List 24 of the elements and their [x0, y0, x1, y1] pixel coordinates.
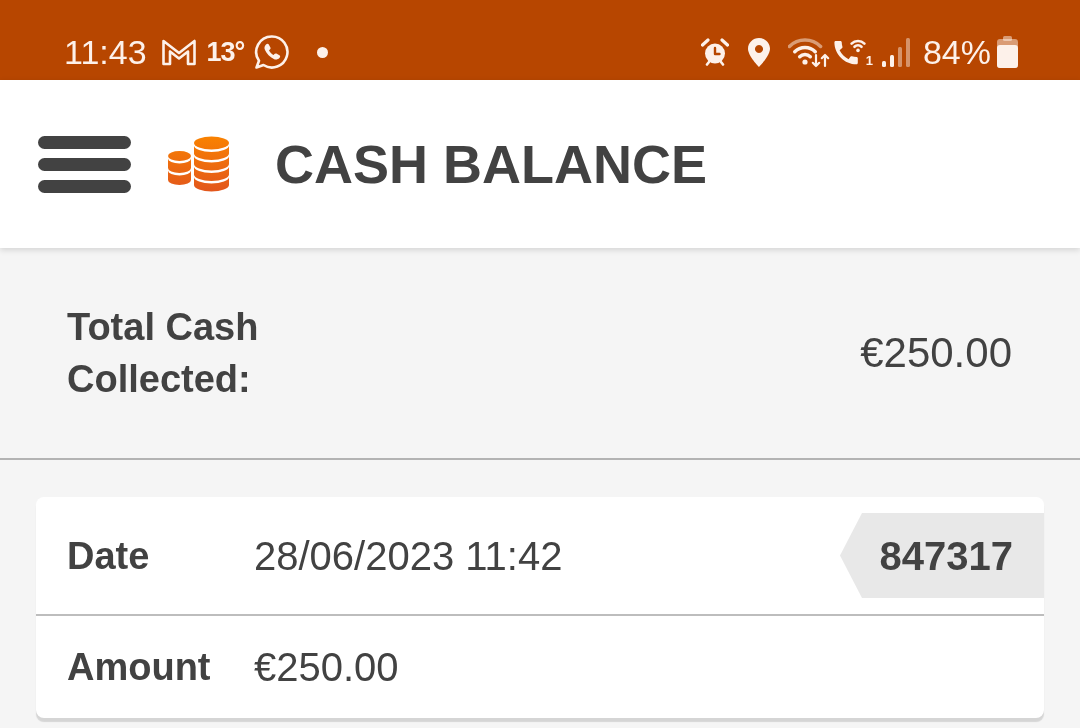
weather-temperature: 13° — [206, 38, 245, 66]
battery-icon — [997, 36, 1018, 68]
field-label: Date — [67, 536, 151, 575]
signal-bars-icon — [880, 37, 911, 67]
reference-tag: 847317 — [840, 513, 1044, 598]
dot-icon — [317, 46, 329, 58]
m-logo-icon — [160, 38, 197, 66]
field-value: €250.00 — [254, 647, 399, 687]
total-label: Total Cash Collected: — [67, 305, 260, 402]
coins-icon — [167, 136, 230, 192]
page-title: CASH BALANCE — [275, 137, 707, 191]
menu-button[interactable] — [38, 135, 131, 193]
menu-icon — [38, 135, 131, 193]
sim-slot-number: 1 — [865, 54, 873, 67]
status-time: 11:43 — [64, 35, 147, 69]
wifi-call-icon — [833, 37, 866, 67]
alarm-clock-icon — [700, 38, 729, 66]
battery-percentage: 84% — [922, 35, 991, 69]
location-pin-icon — [747, 37, 770, 67]
field-value: 28/06/2023 11:42 — [254, 535, 563, 576]
field-label: Amount — [67, 648, 212, 686]
wifi-icon — [787, 36, 830, 68]
phone-bubble-icon — [254, 34, 291, 70]
total-amount: €250.00 — [860, 332, 1012, 374]
